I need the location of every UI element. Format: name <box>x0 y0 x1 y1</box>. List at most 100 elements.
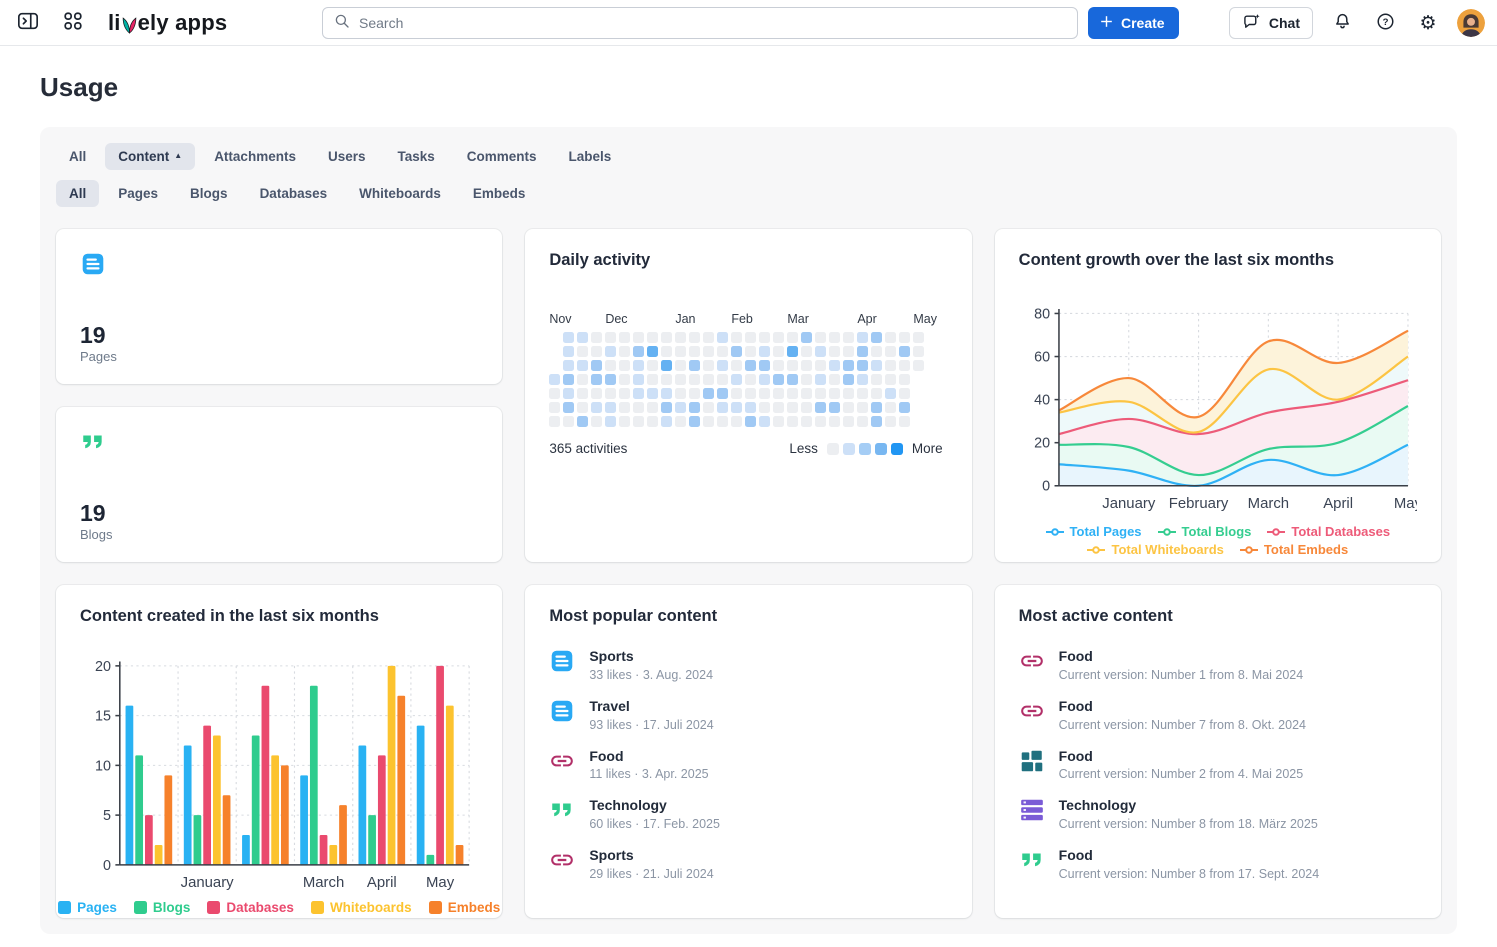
heatmap-cell <box>675 346 686 357</box>
content-list-item[interactable]: FoodCurrent version: Number 8 from 17. S… <box>1019 847 1417 881</box>
search-icon <box>333 12 351 35</box>
avatar-image <box>1457 9 1485 37</box>
heatmap-cell <box>899 388 910 399</box>
content-list-item[interactable]: Travel93 likes · 17. Juli 2024 <box>549 698 947 732</box>
legend-square <box>827 443 839 455</box>
svg-text:0: 0 <box>103 858 111 874</box>
svg-text:March: March <box>303 874 344 891</box>
chat-button[interactable]: Chat <box>1229 7 1313 39</box>
svg-text:May: May <box>426 874 455 891</box>
notifications-button[interactable] <box>1328 9 1356 37</box>
settings-button[interactable]: ⚙ <box>1414 9 1442 37</box>
content-item-meta: Current version: Number 8 from 18. März … <box>1059 817 1318 831</box>
heatmap-cell <box>703 416 714 427</box>
heatmap-cell <box>675 360 686 371</box>
growth-chart-legend: Total Pages Total Blogs Total Databases Tot… <box>1019 524 1417 557</box>
heatmap-cell <box>703 402 714 413</box>
content-item-title: Technology <box>589 797 720 814</box>
content-list-item[interactable]: Food11 likes · 3. Apr. 2025 <box>549 748 947 782</box>
content-list-item[interactable]: FoodCurrent version: Number 2 from 4. Ma… <box>1019 748 1417 782</box>
legend-item-whiteboards[interactable]: Whiteboards <box>311 900 412 915</box>
heatmap-cell <box>605 346 616 357</box>
tab-attachments[interactable]: Attachments <box>201 143 309 170</box>
heatmap-cell <box>857 388 868 399</box>
heatmap-cell <box>815 332 826 343</box>
heatmap-cell <box>591 360 602 371</box>
tab-tasks[interactable]: Tasks <box>384 143 447 170</box>
chat-button-label: Chat <box>1269 15 1300 31</box>
blogs-count: 19 <box>80 501 113 526</box>
legend-item-pages[interactable]: Pages <box>58 900 117 915</box>
heatmap-month-may: May <box>913 312 937 326</box>
subtab-pages[interactable]: Pages <box>105 180 171 207</box>
legend-item-total-databases[interactable]: Total Databases <box>1267 524 1390 539</box>
create-button[interactable]: Create <box>1088 7 1179 39</box>
heatmap-cell <box>773 416 784 427</box>
subtab-all[interactable]: All <box>56 180 99 207</box>
legend-item-total-pages[interactable]: Total Pages <box>1046 524 1142 539</box>
tab-all[interactable]: All <box>56 143 99 170</box>
svg-text:80: 80 <box>1034 306 1050 322</box>
legend-item-blogs[interactable]: Blogs <box>134 900 191 915</box>
legend-item-total-embeds[interactable]: Total Embeds <box>1240 542 1348 557</box>
legend-item-total-blogs[interactable]: Total Blogs <box>1158 524 1252 539</box>
cards-grid: 19 Pages 19 Blogs Daily activity NovDecJ… <box>56 229 1441 918</box>
tab-labels[interactable]: Labels <box>556 143 625 170</box>
lively-apps-logo[interactable]: li ely apps <box>108 10 227 36</box>
heatmap-cell <box>577 402 588 413</box>
content-list-item[interactable]: TechnologyCurrent version: Number 8 from… <box>1019 797 1417 831</box>
heatmap-cell <box>675 402 686 413</box>
subtab-embeds[interactable]: Embeds <box>460 180 539 207</box>
heatmap-cell <box>675 374 686 385</box>
search-bar[interactable] <box>322 7 1078 39</box>
content-list-item[interactable]: Sports33 likes · 3. Aug. 2024 <box>549 648 947 682</box>
heatmap-cell <box>689 416 700 427</box>
heatmap-cell <box>563 388 574 399</box>
legend-item-embeds[interactable]: Embeds <box>429 900 501 915</box>
heatmap-cell <box>885 346 896 357</box>
heatmap-cell <box>647 332 658 343</box>
subtab-whiteboards[interactable]: Whiteboards <box>346 180 454 207</box>
content-item-title: Travel <box>589 698 713 715</box>
heatmap-cell <box>605 388 616 399</box>
sidebar-toggle-button[interactable] <box>14 9 42 37</box>
app-switcher-button[interactable] <box>59 9 87 37</box>
content-list-item[interactable]: FoodCurrent version: Number 7 from 8. Ok… <box>1019 698 1417 732</box>
content-list-item[interactable]: Technology60 likes · 17. Feb. 2025 <box>549 797 947 831</box>
search-input[interactable] <box>359 15 1067 31</box>
heatmap-cell <box>703 360 714 371</box>
content-list-item[interactable]: Sports29 likes · 21. Juli 2024 <box>549 847 947 881</box>
heatmap-cell <box>563 346 574 357</box>
page-icon <box>549 648 575 674</box>
legend-item-databases[interactable]: Databases <box>207 900 294 915</box>
heatmap-cell <box>745 346 756 357</box>
blog-quote-icon <box>80 429 106 455</box>
content-list-item[interactable]: FoodCurrent version: Number 1 from 8. Ma… <box>1019 648 1417 682</box>
heatmap-cell <box>591 332 602 343</box>
heatmap-cell <box>787 332 798 343</box>
user-avatar[interactable] <box>1457 9 1485 37</box>
heatmap-cell <box>871 332 882 343</box>
legend-item-total-whiteboards[interactable]: Total Whiteboards <box>1087 542 1223 557</box>
tab-content[interactable]: Content▲ <box>105 143 195 170</box>
heatmap-cell <box>913 332 924 343</box>
tab-users[interactable]: Users <box>315 143 379 170</box>
heatmap-cell <box>731 346 742 357</box>
most-popular-title: Most popular content <box>549 607 947 626</box>
line-marker-icon <box>1240 545 1258 555</box>
svg-text:March: March <box>1247 496 1288 512</box>
activity-heatmap <box>549 332 924 427</box>
topbar-right: Chat ? ⚙ <box>1229 7 1485 39</box>
heatmap-cell <box>591 374 602 385</box>
heatmap-cell <box>563 360 574 371</box>
content-growth-title: Content growth over the last six months <box>1019 251 1417 270</box>
heatmap-cell <box>871 388 882 399</box>
subtab-databases[interactable]: Databases <box>247 180 341 207</box>
heatmap-cell <box>605 402 616 413</box>
subtab-blogs[interactable]: Blogs <box>177 180 241 207</box>
pages-count: 19 <box>80 323 117 348</box>
heatmap-cell <box>815 360 826 371</box>
page-icon <box>80 251 106 277</box>
tab-comments[interactable]: Comments <box>454 143 550 170</box>
help-button[interactable]: ? <box>1371 9 1399 37</box>
